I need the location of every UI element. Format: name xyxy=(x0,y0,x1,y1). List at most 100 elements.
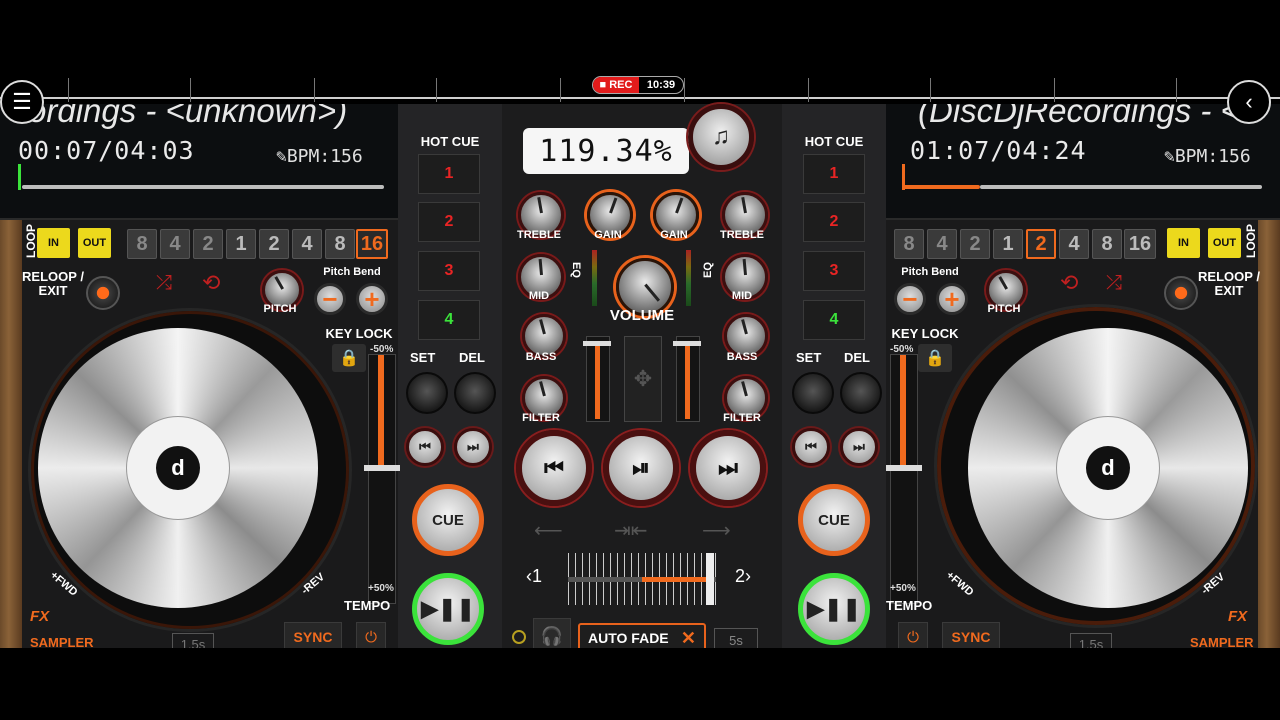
close-icon[interactable]: ✕ xyxy=(681,628,696,648)
loop-size-button-selected[interactable]: 16 xyxy=(356,229,388,259)
del-knob-left[interactable] xyxy=(454,372,496,414)
fx-label[interactable]: FX xyxy=(30,608,49,625)
loop-size-button[interactable]: 1 xyxy=(993,229,1023,259)
hot-cue-1-left[interactable]: 1 xyxy=(418,154,480,194)
sync-button-left[interactable]: SYNC xyxy=(284,622,342,648)
hot-cue-3-left[interactable]: 3 xyxy=(418,251,480,291)
mixer-play-pause-button[interactable]: ⏯ xyxy=(603,430,679,506)
menu-button[interactable]: ☰ xyxy=(0,80,44,124)
set-knob-right[interactable] xyxy=(792,372,834,414)
loop-size-button[interactable]: 2 xyxy=(193,229,223,259)
loop-size-button[interactable]: 16 xyxy=(1124,229,1156,259)
loop-size-button-selected[interactable]: 2 xyxy=(1026,229,1056,259)
loop-size-button[interactable]: 4 xyxy=(1059,229,1089,259)
loop-size-button[interactable]: 4 xyxy=(160,229,190,259)
loop-in-button[interactable]: IN xyxy=(37,228,70,258)
hot-cue-2-right[interactable]: 2 xyxy=(803,202,865,242)
music-library-button[interactable]: ♫ xyxy=(688,104,754,170)
sync-button-right[interactable]: SYNC xyxy=(942,622,1000,648)
pitch-bend-plus-button[interactable]: + xyxy=(936,283,968,315)
loop-size-button[interactable]: 8 xyxy=(325,229,355,259)
loop-size-button[interactable]: 4 xyxy=(927,229,957,259)
sample-length[interactable]: 1.5s xyxy=(1070,633,1112,648)
power-button-right[interactable]: ⏻ xyxy=(898,622,928,648)
mixer-prev-button[interactable]: ⏮ xyxy=(516,430,592,506)
repeat-icon[interactable]: ⟲ xyxy=(202,270,220,296)
skip-forward-icon: ⏭ xyxy=(467,439,479,454)
music-list-icon: ♫ xyxy=(712,123,730,150)
layout-move-icon[interactable]: ✥ xyxy=(624,336,662,422)
pitch-bend-minus-button[interactable]: − xyxy=(314,283,346,315)
hot-cue-2-left[interactable]: 2 xyxy=(418,202,480,242)
fader-handle[interactable] xyxy=(583,341,611,346)
set-knob-left[interactable] xyxy=(406,372,448,414)
next-track-button-right[interactable]: ⏭ xyxy=(840,428,878,466)
loop-size-button[interactable]: 1 xyxy=(226,229,256,259)
del-knob-right[interactable] xyxy=(840,372,882,414)
mixer-next-button[interactable]: ⏭ xyxy=(690,430,766,506)
pitch-label: PITCH xyxy=(263,303,297,315)
loop-size-button[interactable]: 2 xyxy=(259,229,289,259)
shuffle-icon[interactable]: ⤮ xyxy=(1106,272,1122,295)
shuffle-icon[interactable]: ⤮ xyxy=(156,272,172,295)
key-lock-button[interactable]: 🔒 xyxy=(332,344,366,372)
tempo-slider-left[interactable] xyxy=(364,354,400,604)
fade-time[interactable]: 5s xyxy=(714,628,758,648)
play-pause-button-right[interactable]: ▶❚❚ xyxy=(798,573,870,645)
edit-icon[interactable]: ✎ xyxy=(1164,146,1175,167)
prev-track-button-left[interactable]: ⏮ xyxy=(406,428,444,466)
pitch-bend-plus-button[interactable]: + xyxy=(356,283,388,315)
sample-length[interactable]: 1.5s xyxy=(172,633,214,648)
deck-left-waveform[interactable] xyxy=(22,185,384,189)
recording-indicator[interactable]: ■ REC 10:39 xyxy=(592,76,684,94)
arrow-left-icon: ⟵ xyxy=(534,520,563,542)
edit-icon[interactable]: ✎ xyxy=(276,146,287,167)
channel-fader-left[interactable] xyxy=(583,336,611,422)
headphones-button[interactable]: 🎧 xyxy=(533,618,571,648)
loop-size-button[interactable]: 8 xyxy=(894,229,924,259)
sampler-label[interactable]: SAMPLER xyxy=(1190,635,1254,648)
tempo-slider-right[interactable] xyxy=(886,354,922,604)
back-button[interactable]: ‹ xyxy=(1227,80,1271,124)
crossfader[interactable] xyxy=(568,553,716,605)
beat-tick xyxy=(190,78,191,102)
repeat-icon[interactable]: ⟲ xyxy=(1060,270,1078,296)
hot-cue-4-left[interactable]: 4 xyxy=(418,300,480,340)
reloop-exit-button[interactable] xyxy=(1164,276,1198,310)
crossfader-deck1-label[interactable]: ‹1 xyxy=(526,566,542,587)
key-lock-button[interactable]: 🔒 xyxy=(918,344,952,372)
loop-size-button[interactable]: 4 xyxy=(292,229,322,259)
hot-cue-3-right[interactable]: 3 xyxy=(803,251,865,291)
channel-fader-right[interactable] xyxy=(673,336,701,422)
fader-handle[interactable] xyxy=(673,341,701,346)
crossfader-handle[interactable] xyxy=(706,553,714,605)
loop-out-button[interactable]: OUT xyxy=(78,228,111,258)
cue-button-left[interactable]: CUE xyxy=(412,484,484,556)
auto-fade-button[interactable]: AUTO FADE ✕ xyxy=(578,623,706,648)
tempo-percentage-display: 119.34% xyxy=(523,128,689,174)
loop-size-button[interactable]: 8 xyxy=(1092,229,1122,259)
hot-cue-1-right[interactable]: 1 xyxy=(803,154,865,194)
crossfader-deck2-label[interactable]: 2› xyxy=(735,566,751,587)
pitch-bottom-label: +50% xyxy=(890,583,916,594)
mid-label-right: MID xyxy=(731,290,753,302)
loop-out-button[interactable]: OUT xyxy=(1208,228,1241,258)
next-track-button-left[interactable]: ⏭ xyxy=(454,428,492,466)
tempo-slider-handle[interactable] xyxy=(364,465,400,471)
sampler-label[interactable]: SAMPLER xyxy=(30,635,94,648)
loop-in-button[interactable]: IN xyxy=(1167,228,1200,258)
reloop-exit-button[interactable] xyxy=(86,276,120,310)
power-button-left[interactable]: ⏻ xyxy=(356,622,386,648)
fx-label[interactable]: FX xyxy=(1228,608,1247,625)
loop-size-button[interactable]: 2 xyxy=(960,229,990,259)
loop-size-button[interactable]: 8 xyxy=(127,229,157,259)
pitch-bend-minus-button[interactable]: − xyxy=(894,283,926,315)
cue-button-right[interactable]: CUE xyxy=(798,484,870,556)
prev-track-button-right[interactable]: ⏮ xyxy=(792,428,830,466)
play-pause-icon: ⏯ xyxy=(632,455,650,480)
deck-right-waveform[interactable] xyxy=(980,185,1262,189)
set-label-left: SET xyxy=(410,350,436,365)
play-pause-button-left[interactable]: ▶❚❚ xyxy=(412,573,484,645)
hot-cue-4-right[interactable]: 4 xyxy=(803,300,865,340)
tempo-slider-handle[interactable] xyxy=(886,465,922,471)
